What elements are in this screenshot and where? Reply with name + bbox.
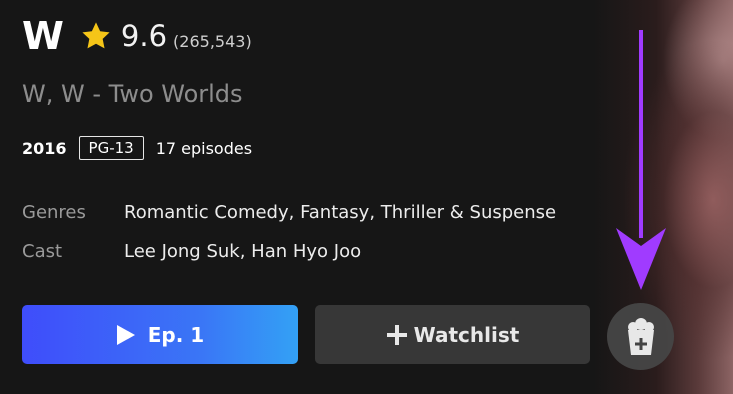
play-episode-button[interactable]: Ep. 1 — [22, 305, 298, 364]
watchlist-label: Watchlist — [413, 322, 520, 347]
show-title: W — [22, 14, 64, 58]
genres-label: Genres — [22, 202, 86, 223]
play-episode-label: Ep. 1 — [147, 322, 205, 347]
play-icon — [116, 324, 135, 345]
episode-count: 17 episodes — [155, 138, 253, 158]
down-arrow-icon — [616, 30, 666, 290]
alternate-titles: W, W - Two Worlds — [22, 80, 243, 108]
cast-label: Cast — [22, 241, 63, 262]
meta-row: 2016 PG-13 17 episodes — [22, 136, 252, 160]
vote-count: (265,543) — [173, 31, 252, 51]
add-to-watchlist-button[interactable]: Watchlist — [315, 305, 590, 364]
certificate-badge: PG-13 — [78, 136, 144, 160]
popcorn-add-button[interactable] — [607, 303, 674, 370]
release-year: 2016 — [22, 138, 67, 158]
cast-row: Cast Lee Jong Suk, Han Hyo Joo — [22, 241, 361, 262]
rating-score: 9.6 — [120, 19, 168, 53]
cast-value: Lee Jong Suk, Han Hyo Joo — [124, 241, 362, 262]
star-icon — [82, 22, 110, 49]
genres-value: Romantic Comedy, Fantasy, Thriller & Sus… — [124, 202, 557, 223]
genres-row: Genres Romantic Comedy, Fantasy, Thrille… — [22, 202, 556, 223]
title-row: W 9.6 (265,543) — [22, 8, 252, 64]
popcorn-bucket-icon — [627, 317, 654, 355]
plus-icon — [386, 324, 407, 345]
